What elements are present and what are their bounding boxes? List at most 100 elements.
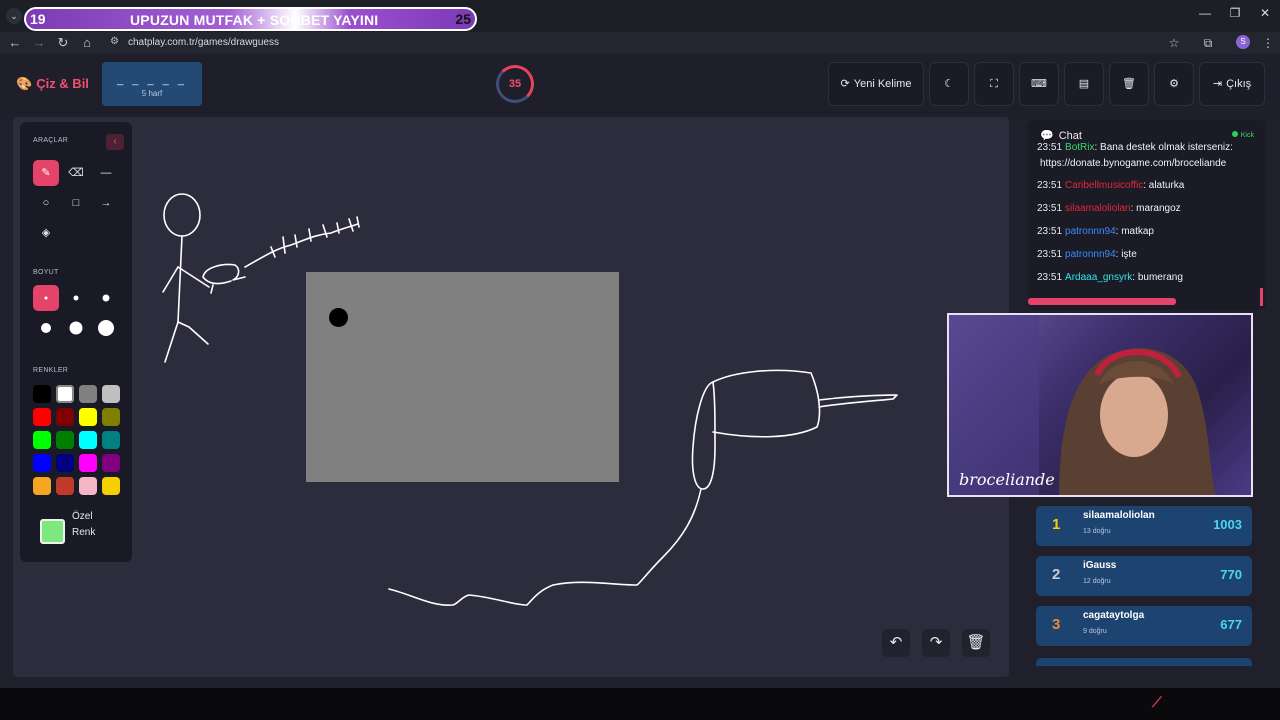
size-dot: [44, 296, 48, 300]
color-swatch[interactable]: [33, 385, 51, 403]
chat-message-text: : Bana destek olmak isterseniz:: [1094, 142, 1233, 153]
size-option-3[interactable]: [93, 285, 119, 311]
redo-button[interactable]: ↷: [922, 629, 950, 657]
settings-button[interactable]: ⚙: [1154, 62, 1194, 106]
fullscreen-button[interactable]: ⛶: [974, 62, 1014, 106]
color-swatch[interactable]: [56, 408, 74, 426]
online-dot-icon: [1231, 131, 1238, 137]
color-swatch[interactable]: [79, 385, 97, 403]
clear-canvas-button[interactable]: 🗑: [962, 629, 990, 657]
close-window-icon[interactable]: ✕: [1250, 6, 1280, 22]
home-icon[interactable]: ⌂: [78, 34, 96, 52]
reload-icon[interactable]: ↻: [54, 34, 72, 52]
site-info-icon[interactable]: ⚙: [110, 36, 122, 50]
color-swatch[interactable]: [79, 454, 97, 472]
url-field[interactable]: ⚙ chatplay.com.tr/games/drawguess: [104, 34, 1184, 52]
profile-avatar[interactable]: S: [1236, 35, 1250, 49]
chat-progress-bar: [1028, 298, 1176, 305]
minimize-icon[interactable]: —: [1190, 6, 1220, 22]
chat-message-user[interactable]: silaamaloliolan: [1065, 203, 1131, 214]
circle-icon: ○: [42, 197, 50, 209]
custom-color-swatch[interactable]: [40, 519, 65, 544]
size-dot: [73, 295, 79, 301]
chat-message-user[interactable]: BotRix: [1065, 142, 1094, 153]
drawing-board[interactable]: ↶ ↷ 🗑: [13, 117, 1009, 677]
pen-tool[interactable]: ✎: [33, 160, 59, 186]
stream-left-number: 19: [30, 11, 46, 27]
url-text: chatplay.com.tr/games/drawguess: [128, 37, 279, 48]
maximize-icon[interactable]: ❐: [1220, 6, 1250, 22]
size-option-5[interactable]: [63, 315, 89, 341]
chat-scrollbar[interactable]: [1260, 288, 1263, 306]
stream-logo-icon: ⟋: [1152, 694, 1162, 710]
chat-message-text: https://donate.bynogame.com/broceliande: [1040, 158, 1227, 169]
eraser-tool[interactable]: ⌫: [63, 160, 89, 186]
color-swatch[interactable]: [33, 454, 51, 472]
chat-message-user[interactable]: Ardaaa_gnsyrk: [1065, 272, 1132, 283]
size-option-4[interactable]: [33, 315, 59, 341]
chat-message-text: : alaturka: [1143, 180, 1185, 191]
color-swatch[interactable]: [33, 477, 51, 495]
delete-button[interactable]: 🗑: [1109, 62, 1149, 106]
color-swatch[interactable]: [56, 454, 74, 472]
chat-message: 23:51 Ardaaa_gnsyrk: bumerang: [1037, 270, 1259, 285]
rectangle-tool[interactable]: □: [63, 190, 89, 216]
chat-message-text: : matkap: [1115, 226, 1154, 237]
color-swatch[interactable]: [102, 431, 120, 449]
collapse-panel-button[interactable]: ‹: [106, 134, 124, 150]
leaderboard-rank: 1: [1052, 516, 1061, 533]
app-root: 🎨 Çiz & Bil _ _ _ _ _ 5 harf 35 ⟳ Yeni Kel…: [0, 54, 1280, 688]
circle-tool[interactable]: ○: [33, 190, 59, 216]
color-swatch[interactable]: [102, 408, 120, 426]
archive-button[interactable]: ▤: [1064, 62, 1104, 106]
color-swatch[interactable]: [79, 431, 97, 449]
platform-badge: Kick: [1231, 131, 1254, 139]
chat-message: 23:51 patronnn94: matkap: [1037, 224, 1259, 239]
figure-body-stroke: [177, 235, 183, 323]
color-swatch[interactable]: [79, 408, 97, 426]
browser-menu-icon[interactable]: ⋮: [1260, 35, 1276, 51]
dark-mode-button[interactable]: ☾: [929, 62, 969, 106]
color-swatch[interactable]: [102, 385, 120, 403]
app-logo-text: Çiz & Bil: [36, 76, 89, 91]
size-dot: [102, 294, 110, 302]
line-tool[interactable]: —: [93, 160, 119, 186]
chat-message: 23:51 patronnn94: işte: [1037, 247, 1259, 262]
color-swatch[interactable]: [102, 477, 120, 495]
bookmark-star-icon[interactable]: ☆: [1166, 35, 1182, 51]
figure-right-leg-stroke: [177, 321, 209, 345]
arrow-tool[interactable]: →: [93, 190, 119, 216]
fill-tool[interactable]: ◈: [33, 220, 59, 246]
exit-button[interactable]: ⇥ Çıkış: [1199, 62, 1265, 106]
top-navbar: 🎨 Çiz & Bil _ _ _ _ _ 5 harf 35 ⟳ Yeni Kel…: [0, 54, 1280, 114]
leaderboard-correct-count: 9 doğru: [1083, 628, 1107, 635]
size-option-1[interactable]: [33, 285, 59, 311]
size-option-2[interactable]: [63, 285, 89, 311]
tab-search-icon[interactable]: ⌄: [6, 8, 22, 24]
forward-icon[interactable]: →: [30, 34, 48, 52]
color-swatch[interactable]: [33, 408, 51, 426]
color-swatch[interactable]: [56, 477, 74, 495]
color-swatch[interactable]: [102, 454, 120, 472]
size-option-6[interactable]: [93, 315, 119, 341]
chat-panel: 💬 Chat Kick 23:51 BotRix: Bana destek olma…: [1028, 120, 1266, 310]
platform-name: Kick: [1240, 132, 1254, 139]
extensions-icon[interactable]: ⧉: [1200, 35, 1216, 51]
chat-message-user[interactable]: Caribellmusicoffic: [1065, 180, 1143, 191]
undo-button[interactable]: ↶: [882, 629, 910, 657]
color-swatch[interactable]: [33, 431, 51, 449]
color-swatch[interactable]: [56, 431, 74, 449]
custom-color-label-1: Özel: [72, 511, 93, 522]
figure-left-leg-stroke: [164, 321, 179, 363]
chat-message-user[interactable]: patronnn94: [1065, 249, 1116, 260]
color-swatch[interactable]: [56, 385, 74, 403]
chat-message-user[interactable]: patronnn94: [1065, 226, 1116, 237]
trash-icon: 🗑: [1122, 78, 1136, 90]
new-word-button[interactable]: ⟳ Yeni Kelime: [828, 62, 924, 106]
color-swatch[interactable]: [79, 477, 97, 495]
figure-left-arm-stroke: [162, 266, 179, 293]
back-icon[interactable]: ←: [6, 34, 24, 52]
app-logo[interactable]: 🎨 Çiz & Bil: [16, 76, 89, 92]
keyboard-button[interactable]: ⌨: [1019, 62, 1059, 106]
exit-label: Çıkış: [1226, 78, 1252, 90]
